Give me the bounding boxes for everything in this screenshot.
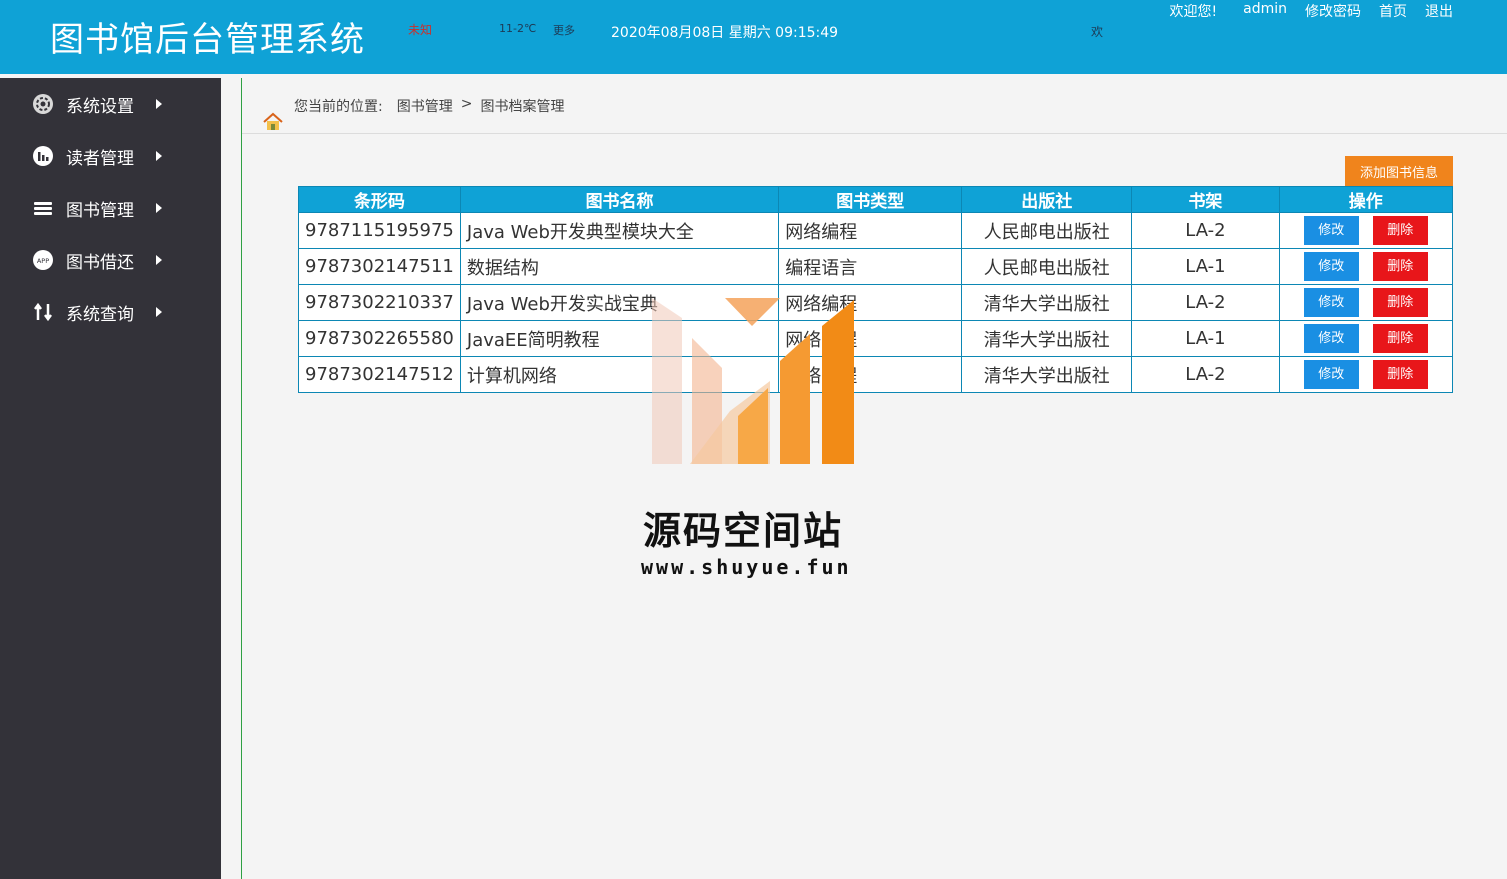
- caret-right-icon: [156, 255, 162, 265]
- header-operations: 操作: [1278, 186, 1454, 213]
- cell-shelf: LA-2: [1131, 356, 1280, 393]
- breadcrumb-divider: [242, 133, 1507, 134]
- welcome-marquee: 欢: [1091, 25, 1104, 39]
- app-title: 图书馆后台管理系统: [50, 20, 365, 60]
- user-name: admin: [1243, 1, 1287, 17]
- sidebar-item-label: 系统设置: [66, 96, 134, 117]
- edit-button[interactable]: 修改: [1303, 360, 1359, 389]
- breadcrumb: 您当前的位置: 图书管理 > 图书档案管理: [262, 96, 564, 136]
- edit-button[interactable]: 修改: [1303, 252, 1359, 281]
- cell-operations: 修改 删除: [1278, 320, 1454, 357]
- header-shelf: 书架: [1131, 186, 1280, 213]
- edit-button[interactable]: 修改: [1303, 324, 1359, 353]
- delete-button[interactable]: 删除: [1372, 324, 1428, 353]
- cell-operations: 修改 删除: [1278, 248, 1454, 285]
- cell-operations: 修改 删除: [1278, 212, 1454, 249]
- cell-publisher: 人民邮电出版社: [961, 212, 1133, 249]
- top-links: 欢迎您! admin 修改密码 首页 退出: [1170, 1, 1454, 21]
- svg-text:APP: APP: [37, 257, 49, 265]
- cell-shelf: LA-1: [1131, 248, 1280, 285]
- table-header-row: 条形码 图书名称 图书类型 出版社 书架 操作: [298, 186, 1454, 213]
- cell-title-link[interactable]: 数据结构: [459, 248, 780, 285]
- delete-button[interactable]: 删除: [1372, 360, 1428, 389]
- cell-publisher: 清华大学出版社: [961, 284, 1133, 321]
- cell-publisher: 清华大学出版社: [961, 320, 1133, 357]
- cell-barcode: 9787302265580: [298, 320, 461, 357]
- change-password-link[interactable]: 修改密码: [1305, 1, 1361, 21]
- caret-right-icon: [156, 99, 162, 109]
- current-datetime: 2020年08月08日 星期六 09:15:49: [611, 25, 839, 41]
- weather-more-link[interactable]: 更多: [553, 22, 575, 38]
- sidebar: 系统设置 读者管理 图书管理 APP 图书借还 系统查询: [0, 78, 221, 879]
- table-row: 9787115195975 Java Web开发典型模块大全 网络编程 人民邮电…: [298, 212, 1454, 249]
- welcome-text: 欢迎您!: [1169, 4, 1218, 20]
- cell-shelf: LA-1: [1131, 320, 1280, 357]
- watermark-logo-icon: [652, 298, 854, 464]
- watermark-url: www.shuyue.fun: [641, 555, 852, 579]
- caret-right-icon: [156, 203, 162, 213]
- cell-barcode: 9787115195975: [298, 212, 461, 249]
- cell-shelf: LA-2: [1131, 212, 1280, 249]
- header-title: 图书名称: [459, 186, 780, 213]
- sidebar-item-label: 图书管理: [66, 200, 134, 221]
- home-link[interactable]: 首页: [1379, 1, 1407, 21]
- table-row: 9787302265580 JavaEE简明教程 网络编程 清华大学出版社 LA…: [298, 320, 1454, 357]
- cell-publisher: 人民邮电出版社: [961, 248, 1133, 285]
- content-divider: [241, 78, 242, 879]
- edit-button[interactable]: 修改: [1303, 216, 1359, 245]
- sidebar-item-label: 系统查询: [66, 304, 134, 325]
- chart-icon: [32, 145, 54, 167]
- sidebar-item-borrow-return[interactable]: APP 图书借还: [0, 234, 221, 286]
- top-header: 图书馆后台管理系统 未知 11-2℃ 更多 2020年08月08日 星期六 09…: [0, 0, 1507, 74]
- app-icon: APP: [32, 249, 54, 271]
- gear-icon: [32, 93, 54, 115]
- sidebar-item-book-management[interactable]: 图书管理: [0, 182, 221, 234]
- table-row: 9787302147512 计算机网络 网络编程 清华大学出版社 LA-2 修改…: [298, 356, 1454, 393]
- breadcrumb-level2: 图书档案管理: [480, 99, 565, 115]
- cell-type: 网络编程: [778, 212, 963, 249]
- cell-shelf: LA-2: [1131, 284, 1280, 321]
- header-publisher: 出版社: [961, 186, 1133, 213]
- cell-operations: 修改 删除: [1278, 284, 1454, 321]
- breadcrumb-separator: >: [460, 96, 473, 112]
- book-table: 条形码 图书名称 图书类型 出版社 书架 操作 9787115195975 Ja…: [298, 186, 1454, 393]
- swap-icon: [32, 301, 54, 323]
- edit-button[interactable]: 修改: [1303, 288, 1359, 317]
- cell-operations: 修改 删除: [1278, 356, 1454, 393]
- header-type: 图书类型: [778, 186, 963, 213]
- sidebar-item-system-query[interactable]: 系统查询: [0, 286, 221, 338]
- table-row: 9787302210337 Java Web开发实战宝典 网络编程 清华大学出版…: [298, 284, 1454, 321]
- sidebar-item-label: 读者管理: [66, 148, 134, 169]
- weather-temperature: 11-2℃: [499, 22, 537, 35]
- cell-type: 编程语言: [778, 248, 963, 285]
- cell-publisher: 清华大学出版社: [961, 356, 1133, 393]
- cell-barcode: 9787302210337: [298, 284, 461, 321]
- sidebar-item-reader-management[interactable]: 读者管理: [0, 130, 221, 182]
- cell-title-link[interactable]: Java Web开发典型模块大全: [459, 212, 780, 249]
- delete-button[interactable]: 删除: [1372, 216, 1428, 245]
- logout-link[interactable]: 退出: [1425, 1, 1453, 21]
- sidebar-item-system-settings[interactable]: 系统设置: [0, 78, 221, 130]
- header-barcode: 条形码: [298, 186, 461, 213]
- weather-city: 未知: [408, 23, 433, 37]
- breadcrumb-level1[interactable]: 图书管理: [397, 96, 453, 116]
- stack-icon: [32, 197, 54, 219]
- cell-barcode: 9787302147512: [298, 356, 461, 393]
- caret-right-icon: [156, 151, 162, 161]
- add-book-button[interactable]: 添加图书信息: [1345, 156, 1453, 186]
- table-row: 9787302147511 数据结构 编程语言 人民邮电出版社 LA-1 修改删…: [298, 248, 1454, 285]
- delete-button[interactable]: 删除: [1372, 252, 1428, 281]
- sidebar-item-label: 图书借还: [66, 252, 134, 273]
- caret-right-icon: [156, 307, 162, 317]
- cell-barcode: 9787302147511: [298, 248, 461, 285]
- breadcrumb-prefix: 您当前的位置:: [294, 99, 383, 115]
- watermark-text: 源码空间站: [643, 509, 844, 553]
- delete-button[interactable]: 删除: [1372, 288, 1428, 317]
